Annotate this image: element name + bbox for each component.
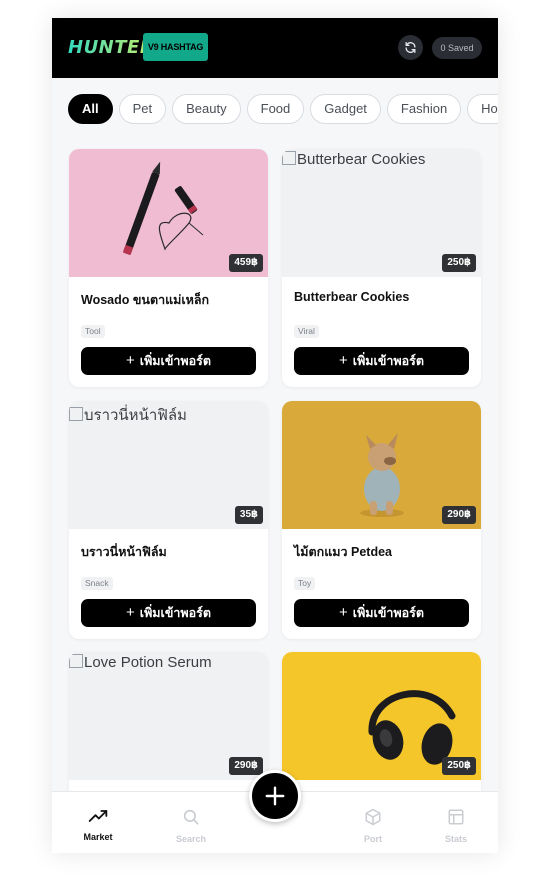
- category-chip-home[interactable]: Hor: [467, 94, 498, 124]
- add-to-port-label: เพิ่มเข้าพอร์ต: [139, 606, 211, 620]
- product-image-broken: Butterbear Cookies 250฿: [282, 149, 481, 277]
- product-image-dog: 290฿: [282, 401, 481, 529]
- product-image-broken: บราวนี่หน้าฟิล์ม 35฿: [69, 401, 268, 529]
- nav-port[interactable]: Port: [343, 808, 403, 844]
- product-card[interactable]: 290฿ ไม้ตกแมว Petdea Toy + เพิ่มเข้าพอร์ต: [282, 401, 481, 639]
- product-card[interactable]: บราวนี่หน้าฟิล์ม 35฿ บราวนี่หน้าฟิล์ม Sn…: [69, 401, 268, 639]
- category-chip-pet[interactable]: Pet: [118, 94, 167, 124]
- price-badge: 459฿: [229, 254, 263, 272]
- product-card[interactable]: Butterbear Cookies 250฿ Butterbear Cooki…: [282, 149, 481, 387]
- nav-search-label: Search: [175, 834, 207, 844]
- product-image-broken: Love Potion Serum 290฿: [69, 652, 268, 780]
- nav-market-label: Market: [83, 832, 113, 842]
- add-to-port-button[interactable]: + เพิ่มเข้าพอร์ต: [294, 347, 469, 375]
- plus-icon: +: [126, 604, 135, 621]
- add-to-port-label: เพิ่มเข้าพอร์ต: [352, 354, 424, 368]
- search-icon: [183, 809, 199, 825]
- nav-stats-label: Stats: [444, 834, 467, 844]
- product-name: บราวนี่หน้าฟิล์ม: [81, 545, 167, 559]
- product-tag: Viral: [294, 325, 319, 338]
- nav-stats[interactable]: Stats: [426, 808, 486, 844]
- add-to-port-label: เพิ่มเข้าพอร์ต: [352, 606, 424, 620]
- broken-image-alt: บราวนี่หน้าฟิล์ม: [69, 403, 187, 427]
- refresh-button[interactable]: [398, 35, 423, 60]
- trending-icon: [88, 810, 108, 822]
- product-name: Butterbear Cookies: [294, 290, 410, 304]
- price-badge: 250฿: [442, 757, 476, 775]
- stats-icon: [448, 809, 464, 825]
- price-badge: 290฿: [229, 757, 263, 775]
- product-name: ไม้ตกแมว Petdea: [294, 545, 392, 559]
- add-to-port-button[interactable]: + เพิ่มเข้าพอร์ต: [81, 599, 256, 627]
- plus-icon: +: [126, 352, 135, 369]
- nav-search[interactable]: Search: [161, 808, 221, 844]
- product-image-headphones: 250฿: [282, 652, 481, 780]
- saved-count-pill[interactable]: 0 Saved: [432, 37, 482, 59]
- add-to-port-button[interactable]: + เพิ่มเข้าพอร์ต: [294, 599, 469, 627]
- category-chip-beauty[interactable]: Beauty: [172, 94, 241, 124]
- app-header: HUNTER V9 HASHTAG 0 Saved: [52, 18, 498, 78]
- category-chip-fashion[interactable]: Fashion: [386, 94, 462, 124]
- price-badge: 290฿: [442, 506, 476, 524]
- app-logo: HUNTER: [68, 37, 155, 58]
- broken-image-alt: Love Potion Serum: [69, 654, 212, 671]
- product-tag: Toy: [294, 577, 316, 590]
- product-tag: Snack: [81, 577, 113, 590]
- plus-icon: +: [339, 352, 348, 369]
- product-tag: Tool: [81, 325, 105, 338]
- plus-icon: +: [339, 604, 348, 621]
- nav-market[interactable]: Market: [68, 808, 128, 842]
- category-chip-all[interactable]: All: [68, 94, 113, 124]
- price-badge: 250฿: [442, 254, 476, 272]
- nav-port-label: Port: [364, 834, 382, 844]
- app-screen: HUNTER V9 HASHTAG 0 Saved All Pet Beauty Fo…: [52, 18, 498, 853]
- plus-icon: [265, 786, 285, 806]
- refresh-icon: [405, 41, 416, 54]
- version-badge: V9 HASHTAG: [143, 33, 208, 61]
- category-chip-gadget[interactable]: Gadget: [310, 94, 381, 124]
- product-card[interactable]: 459฿ Wosado ขนตาแม่เหล็ก Tool + เพิ่มเข้า…: [69, 149, 268, 387]
- add-to-port-button[interactable]: + เพิ่มเข้าพอร์ต: [81, 347, 256, 375]
- add-fab-button[interactable]: [249, 770, 301, 822]
- category-filter-bar: AllPetBeautyFoodGadgetFashionHor: [68, 94, 498, 124]
- box-icon: [365, 808, 381, 826]
- category-chip-food[interactable]: Food: [246, 94, 305, 124]
- add-to-port-label: เพิ่มเข้าพอร์ต: [139, 354, 211, 368]
- price-badge: 35฿: [234, 506, 263, 524]
- product-image-eyeliner: 459฿: [69, 149, 268, 277]
- broken-image-alt: Butterbear Cookies: [282, 151, 425, 168]
- product-name: Wosado ขนตาแม่เหล็ก: [81, 293, 210, 307]
